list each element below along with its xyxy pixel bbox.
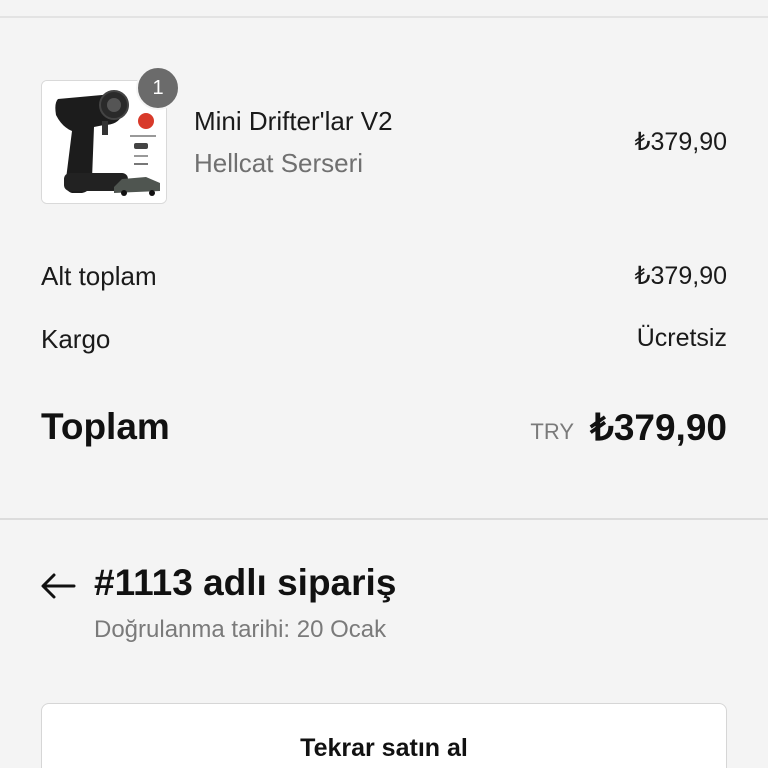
order-title: #1113 adlı sipariş xyxy=(94,562,397,603)
arrow-left-icon xyxy=(41,573,76,599)
total-currency: TRY xyxy=(530,419,574,444)
subtotal-label: Alt toplam xyxy=(41,261,157,291)
top-divider xyxy=(0,16,768,18)
buy-again-button[interactable]: Tekrar satın al xyxy=(41,703,727,768)
shipping-value: Ücretsiz xyxy=(636,324,727,352)
total-label: Toplam xyxy=(41,406,170,447)
section-divider xyxy=(0,518,768,520)
product-price: ₺379,90 xyxy=(634,128,727,156)
quantity-badge: 1 xyxy=(136,66,180,110)
product-name: Mini Drifter'lar V2 xyxy=(194,106,393,136)
buy-again-label: Tekrar satın al xyxy=(300,734,468,762)
product-variant: Hellcat Serseri xyxy=(194,148,364,178)
shipping-label: Kargo xyxy=(41,324,111,354)
back-button[interactable] xyxy=(38,566,78,606)
order-confirmation-date: Doğrulanma tarihi: 20 Ocak xyxy=(94,616,387,643)
subtotal-value: ₺379,90 xyxy=(634,262,727,290)
total-value: ₺379,90 xyxy=(590,407,727,448)
